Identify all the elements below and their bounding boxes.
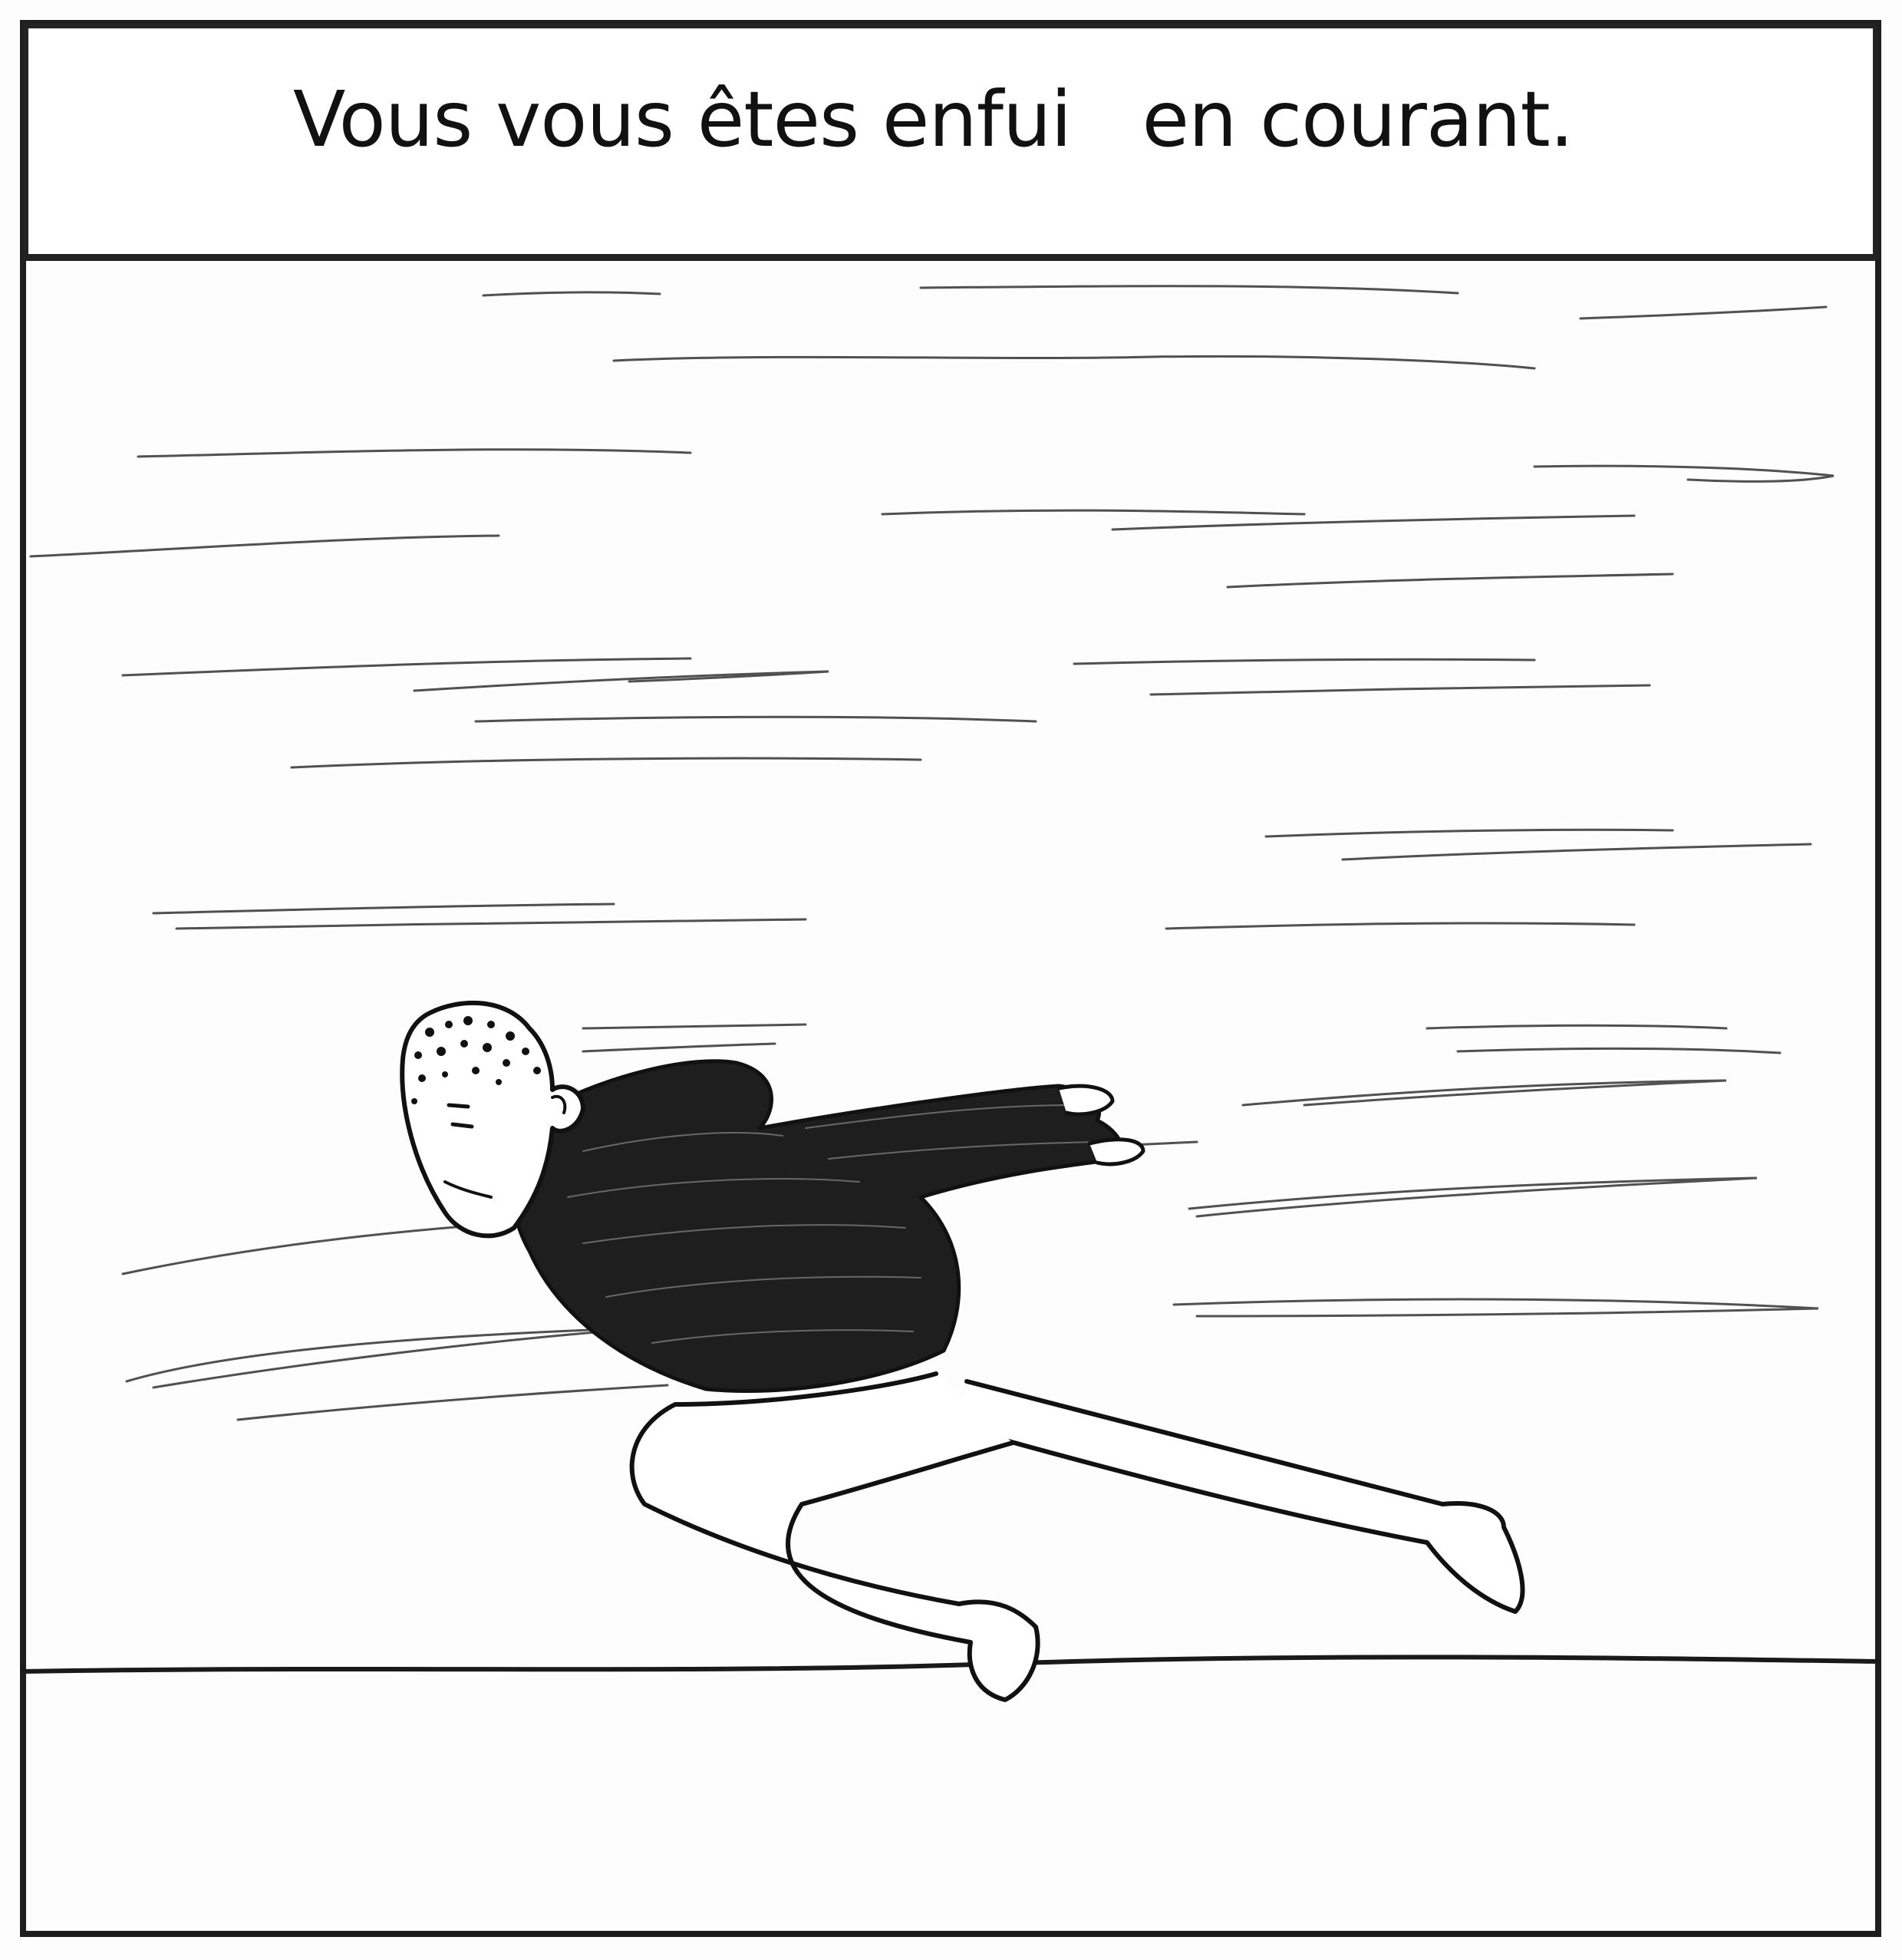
jacket — [511, 1059, 1125, 1394]
comic-panel-illustration — [20, 20, 1881, 1937]
running-man — [400, 1000, 1525, 1702]
panel-frame — [20, 20, 1881, 1937]
caption-box: Vous vous êtes enfui en courant. — [23, 23, 1878, 261]
caption-text: Vous vous êtes enfui en courant. — [293, 74, 1574, 164]
eye-upper — [447, 1103, 470, 1109]
front-leg — [629, 1371, 1040, 1702]
hand-upper — [1056, 1084, 1115, 1117]
eye-lower — [450, 1122, 474, 1129]
comic-page: Vous vous êtes enfui en courant. — [0, 0, 1902, 1960]
back-leg — [957, 1379, 1525, 1614]
hand-lower — [1087, 1137, 1145, 1166]
ground-line — [21, 1655, 1881, 1674]
